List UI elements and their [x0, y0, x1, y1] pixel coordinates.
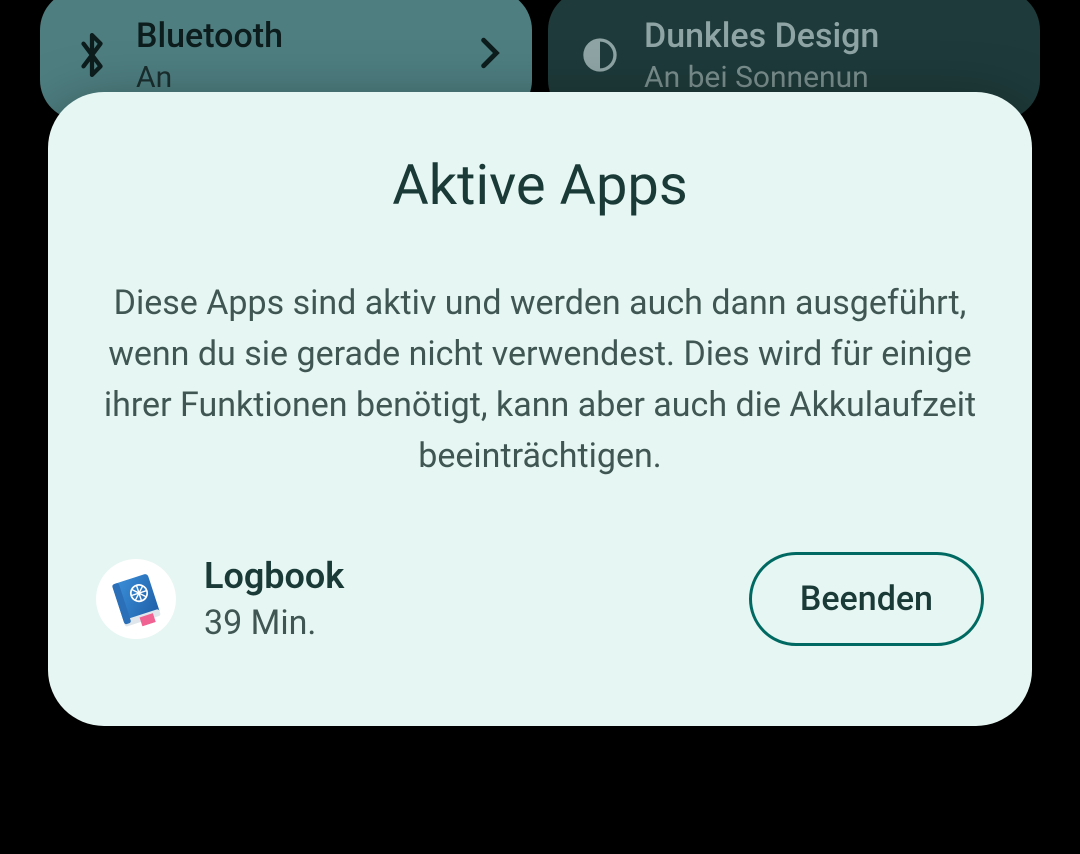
bluetooth-text: Bluetooth An	[136, 16, 456, 95]
app-duration: 39 Min.	[204, 603, 721, 643]
active-apps-modal: Aktive Apps Diese Apps sind aktiv und we…	[48, 92, 1032, 726]
bluetooth-icon	[72, 35, 112, 75]
app-row: Logbook 39 Min. Beenden	[96, 552, 984, 646]
modal-title: Aktive Apps	[96, 152, 984, 218]
app-text: Logbook 39 Min.	[204, 555, 721, 643]
darkmode-status: An bei Sonnenun	[644, 60, 1008, 95]
chevron-right-icon	[480, 37, 500, 73]
darkmode-text: Dunkles Design An bei Sonnenun	[644, 16, 1008, 95]
app-name: Logbook	[204, 555, 721, 597]
darkmode-title: Dunkles Design	[644, 16, 1008, 56]
modal-description: Diese Apps sind aktiv und werden auch da…	[96, 278, 984, 482]
bluetooth-title: Bluetooth	[136, 16, 456, 56]
bluetooth-status: An	[136, 60, 456, 95]
stop-button[interactable]: Beenden	[749, 552, 984, 646]
app-icon	[96, 559, 176, 639]
contrast-icon	[580, 35, 620, 75]
